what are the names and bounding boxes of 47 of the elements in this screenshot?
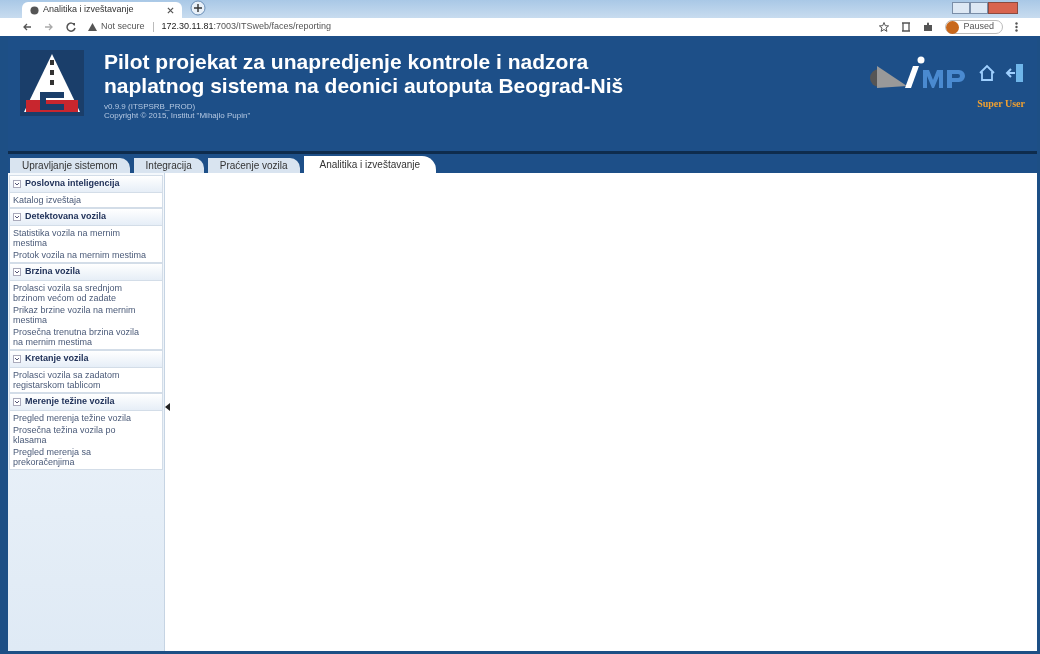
report-link[interactable]: Prosečna trenutna brzina vozila na mernim mestima <box>13 327 159 347</box>
warning-icon <box>88 23 97 31</box>
avatar-icon <box>946 20 960 34</box>
reload-icon[interactable] <box>66 22 76 32</box>
collapse-icon[interactable] <box>13 355 21 363</box>
close-icon[interactable] <box>167 6 174 14</box>
section-header[interactable]: Kretanje vozila <box>10 351 162 368</box>
nav-tab[interactable]: Integracija <box>133 158 204 173</box>
star-icon[interactable] <box>879 22 890 32</box>
report-link[interactable]: Protok vozila na mernim mestima <box>13 250 159 260</box>
collapse-icon[interactable] <box>13 398 21 406</box>
collapse-icon[interactable] <box>13 180 21 188</box>
section-header[interactable]: Brzina vozila <box>10 264 162 281</box>
report-link[interactable]: Pregled merenja sa prekoračenjima <box>13 447 159 467</box>
nav-tab[interactable]: Praćenje vozila <box>207 158 300 173</box>
version-text: v0.9.9 (ITSPSRB_PROD) <box>104 102 197 111</box>
report-link[interactable]: Prikaz brzine vozila na mernim mestima <box>13 305 159 325</box>
report-link[interactable]: Prosečna težina vozila po klasama <box>13 425 159 445</box>
collapse-icon[interactable] <box>13 268 21 276</box>
security-label: Not secure <box>101 20 145 34</box>
report-link[interactable]: Pregled merenja težine vozila <box>13 413 159 423</box>
report-link[interactable]: Statistika vozila na mernim mestima <box>13 228 159 248</box>
user-name: Super User <box>977 97 1025 111</box>
maximize-button[interactable] <box>970 2 988 14</box>
collapse-icon[interactable] <box>13 213 21 221</box>
minimize-button[interactable] <box>952 2 970 14</box>
menu-icon[interactable] <box>1015 22 1018 32</box>
copyright-text: Copyright © 2015, Institut "Mihajlo Pupin" <box>104 111 252 120</box>
home-icon[interactable] <box>977 63 997 83</box>
logout-icon[interactable] <box>1005 62 1025 84</box>
road-logo <box>20 50 84 116</box>
app-title: naplatnog sistema na deonici autoputa Beograd-Niš <box>104 74 624 98</box>
app-title: Pilot projekat za unapredjenje kontrole i nadzora <box>104 50 590 74</box>
browser-tab[interactable]: Analitika i izveštavanje <box>22 2 182 18</box>
globe-icon <box>30 5 39 15</box>
section-header[interactable]: Poslovna inteligencija <box>10 176 162 193</box>
back-icon[interactable] <box>22 22 32 32</box>
report-link[interactable]: Katalog izveštaja <box>13 195 159 205</box>
new-tab-icon[interactable] <box>190 0 206 16</box>
url-text[interactable]: 172.30.11.81:7003/ITSweb/faces/reporting <box>161 20 331 34</box>
report-link[interactable]: Prolasci vozila sa srednjom brzinom većom od zadate <box>13 283 159 303</box>
section-header[interactable]: Detektovana vozila <box>10 209 162 226</box>
report-link[interactable]: Prolasci vozila sa zadatom registarskom tablicom <box>13 370 159 390</box>
nav-tab[interactable]: Upravljanje sistemom <box>10 158 130 173</box>
nav-tab[interactable]: Analitika i izveštavanje <box>303 156 437 173</box>
section-header[interactable]: Merenje težine vozila <box>10 394 162 411</box>
collapse-handle-icon[interactable] <box>165 403 170 411</box>
